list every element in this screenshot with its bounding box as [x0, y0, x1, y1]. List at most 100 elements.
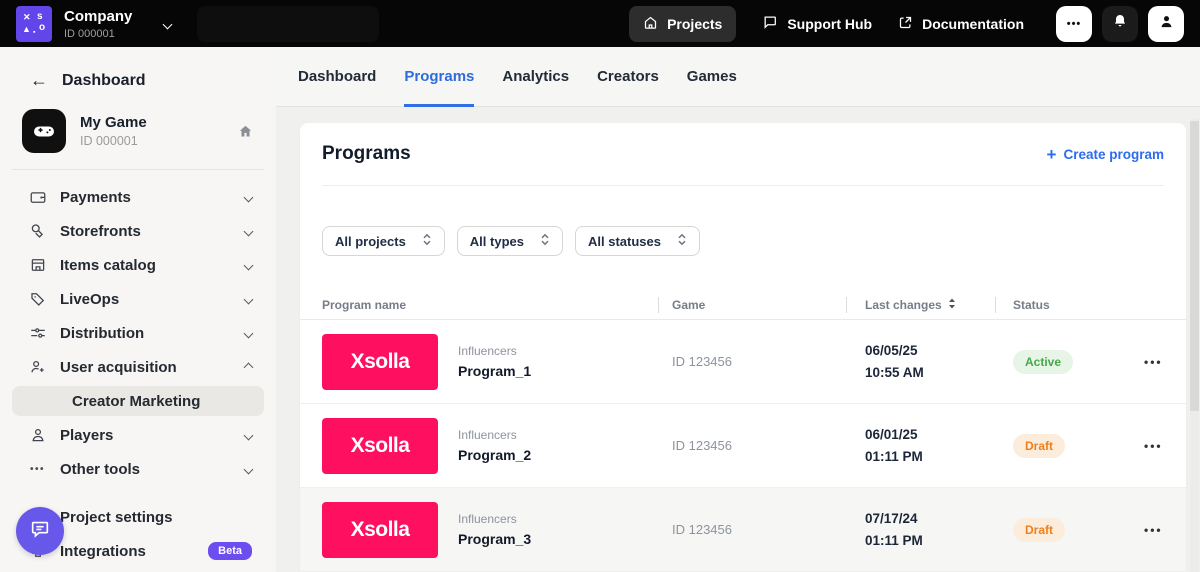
game-id: ID 123456: [658, 522, 846, 537]
column-status: Status: [995, 298, 1130, 312]
sidebar-item-payments[interactable]: Payments: [0, 180, 276, 214]
divider: [12, 169, 264, 170]
tab-bar: Dashboard Programs Analytics Creators Ga…: [276, 47, 1200, 107]
table-row[interactable]: Xsolla Influencers Program_2 ID 123456 0…: [300, 404, 1186, 488]
program-logo: Xsolla: [322, 334, 438, 390]
chevron-down-icon: [245, 426, 252, 444]
home-icon[interactable]: [237, 123, 254, 140]
sidebar-item-liveops[interactable]: LiveOps: [0, 282, 276, 316]
table-row[interactable]: Xsolla Influencers Program_3 ID 123456 0…: [300, 488, 1186, 572]
chat-widget-button[interactable]: [16, 507, 64, 555]
support-hub-button[interactable]: Support Hub: [762, 14, 872, 33]
tab-games[interactable]: Games: [687, 47, 737, 106]
tab-dashboard[interactable]: Dashboard: [298, 47, 376, 106]
program-category: Influencers: [458, 428, 531, 442]
column-program-name: Program name: [300, 298, 658, 312]
chevron-down-icon[interactable]: [164, 15, 171, 33]
company-id: ID 000001: [64, 28, 132, 40]
more-options-button[interactable]: •••: [1056, 6, 1092, 42]
chat-icon: [762, 14, 778, 33]
main-area: Dashboard Programs Analytics Creators Ga…: [276, 47, 1200, 572]
program-name: Program_1: [458, 363, 531, 379]
person-icon: [1158, 13, 1175, 35]
filter-all-types[interactable]: All types: [457, 226, 563, 256]
tab-programs[interactable]: Programs: [404, 47, 474, 106]
beta-badge: Beta: [208, 542, 252, 560]
chevron-down-icon: [245, 460, 252, 478]
notifications-button[interactable]: [1102, 6, 1138, 42]
sidebar: ← Dashboard My Game ID 000001 Payments: [0, 47, 276, 572]
documentation-button[interactable]: Documentation: [898, 15, 1024, 33]
programs-table: Program name Game Last changes Status Xs…: [300, 290, 1186, 572]
chat-bubble-icon: [29, 518, 51, 545]
sidebar-item-items-catalog[interactable]: Items catalog: [0, 248, 276, 282]
ellipsis-icon: •••: [1067, 18, 1082, 30]
support-hub-label: Support Hub: [787, 16, 872, 32]
select-arrows-icon: [677, 233, 687, 249]
sidebar-item-players[interactable]: Players: [0, 418, 276, 452]
project-id: ID 000001: [80, 134, 147, 148]
last-change-time: 01:11 PM: [865, 530, 995, 552]
tags-icon: [28, 222, 47, 240]
column-last-changes[interactable]: Last changes: [846, 298, 995, 312]
divider: [322, 185, 1164, 186]
back-to-dashboard[interactable]: ← Dashboard: [0, 70, 276, 91]
logo-glyph: ▲: [22, 25, 31, 34]
wallet-icon: [28, 188, 47, 206]
external-link-icon: [898, 15, 913, 33]
scrollbar-thumb[interactable]: [1190, 121, 1199, 411]
project-name: My Game: [80, 114, 147, 131]
project-card[interactable]: My Game ID 000001: [22, 109, 254, 153]
content-area: Programs + Create program All projects A…: [276, 107, 1200, 572]
last-change-date: 06/01/25: [865, 424, 995, 446]
sliders-icon: [28, 324, 47, 342]
documentation-label: Documentation: [922, 16, 1024, 32]
table-row[interactable]: Xsolla Influencers Program_1 ID 123456 0…: [300, 320, 1186, 404]
tab-creators[interactable]: Creators: [597, 47, 659, 106]
last-change-date: 06/05/25: [865, 340, 995, 362]
logo-glyph: ▪: [33, 29, 35, 36]
sidebar-item-blueprint[interactable]: Blueprint Beta: [0, 568, 276, 572]
filter-all-projects[interactable]: All projects: [322, 226, 445, 256]
back-arrow-icon: ←: [30, 70, 48, 91]
select-arrows-icon: [422, 233, 432, 249]
last-change-date: 07/17/24: [865, 508, 995, 530]
company-switcher[interactable]: Company ID 000001: [64, 8, 132, 40]
select-arrows-icon: [540, 233, 550, 249]
filter-all-statuses[interactable]: All statuses: [575, 226, 700, 256]
game-id: ID 123456: [658, 354, 846, 369]
ellipsis-icon: •••: [28, 464, 47, 475]
programs-card: Programs + Create program All projects A…: [300, 123, 1186, 572]
sidebar-item-other-tools[interactable]: ••• Other tools: [0, 452, 276, 486]
sidebar-item-user-acquisition[interactable]: User acquisition: [0, 350, 276, 384]
create-program-button[interactable]: + Create program: [1047, 146, 1164, 163]
account-button[interactable]: [1148, 6, 1184, 42]
user-plus-icon: [28, 358, 47, 376]
program-logo: Xsolla: [322, 418, 438, 474]
header-placeholder: [197, 6, 379, 42]
projects-button[interactable]: Projects: [629, 6, 736, 42]
row-menu-button[interactable]: •••: [1144, 523, 1163, 537]
chevron-down-icon: [245, 290, 252, 308]
bell-icon: [1112, 13, 1128, 34]
program-category: Influencers: [458, 512, 531, 526]
chevron-down-icon: [245, 222, 252, 240]
back-label: Dashboard: [62, 72, 146, 90]
row-menu-button[interactable]: •••: [1144, 439, 1163, 453]
status-badge: Draft: [1013, 518, 1065, 542]
program-name: Program_2: [458, 447, 531, 463]
sidebar-item-storefronts[interactable]: Storefronts: [0, 214, 276, 248]
xsolla-logo-icon[interactable]: ✕ s ▲ ▪ o: [16, 6, 52, 42]
page-title: Programs: [322, 143, 411, 165]
chevron-down-icon: [245, 324, 252, 342]
status-badge: Active: [1013, 350, 1073, 374]
logo-glyph: ✕: [23, 13, 31, 22]
sidebar-item-distribution[interactable]: Distribution: [0, 316, 276, 350]
top-header: ✕ s ▲ ▪ o Company ID 000001 Projects Sup…: [0, 0, 1200, 47]
sidebar-item-creator-marketing-selected[interactable]: Creator Marketing: [12, 386, 264, 416]
tab-analytics[interactable]: Analytics: [502, 47, 569, 106]
program-category: Influencers: [458, 344, 531, 358]
row-menu-button[interactable]: •••: [1144, 355, 1163, 369]
program-name: Program_3: [458, 531, 531, 547]
program-logo: Xsolla: [322, 502, 438, 558]
